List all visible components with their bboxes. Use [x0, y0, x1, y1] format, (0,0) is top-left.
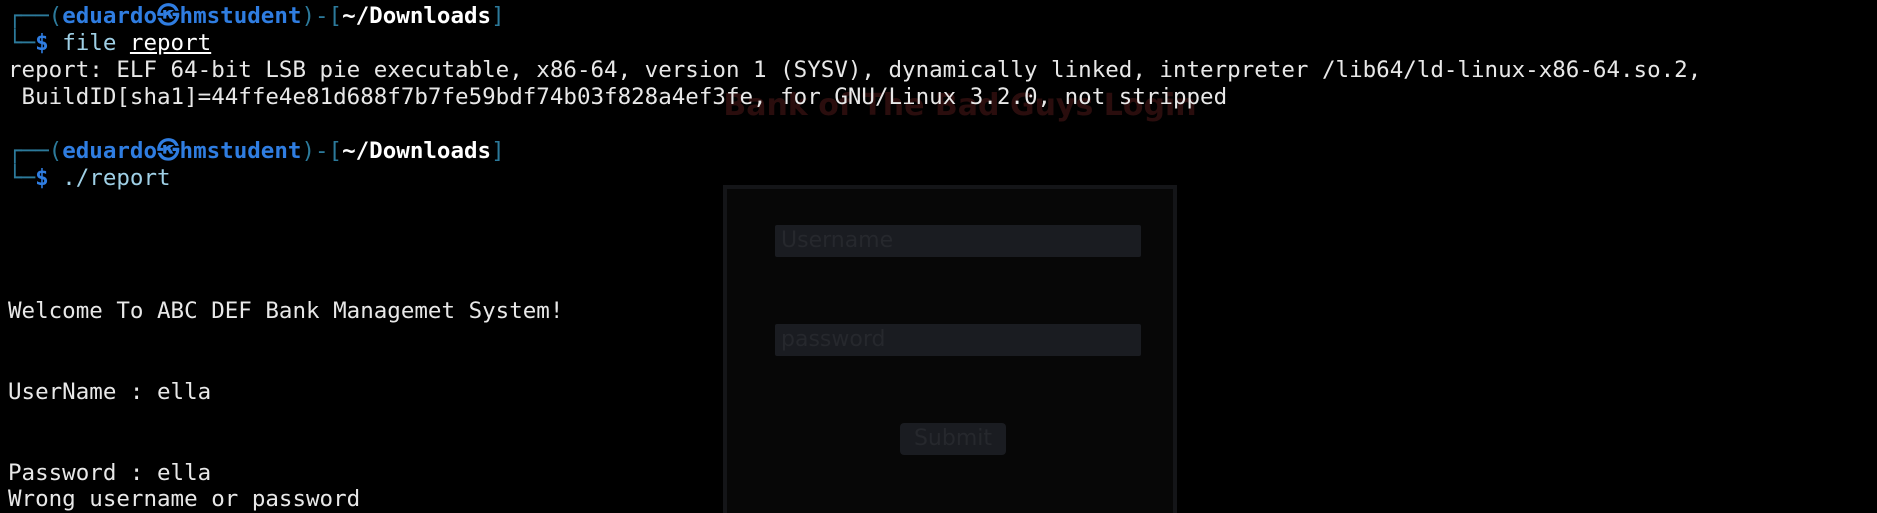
prompt-corner: ┌──(: [8, 138, 63, 164]
prompt-line: ┌──(eduardo㉿hmstudent)-[~/Downloads]: [8, 3, 505, 30]
file-output-line: BuildID[sha1]=44ffe4e81d688f7b7fe59bdf74…: [8, 84, 1228, 110]
prompt-cwd: ~/Downloads: [342, 138, 492, 164]
command-line: └─$ file report: [8, 30, 211, 57]
error-message: Wrong username or password: [8, 486, 361, 512]
terminal-output[interactable]: ┌──(eduardo㉿hmstudent)-[~/Downloads] └─$…: [0, 0, 1877, 513]
file-output-line: report: ELF 64-bit LSB pie executable, x…: [8, 57, 1702, 83]
prompt-tail: └─: [8, 165, 36, 191]
prompt-bracket-close: ]: [491, 3, 505, 29]
prompt-user: eduardo: [62, 138, 158, 164]
prompt-cwd: ~/Downloads: [342, 3, 492, 29]
desktop: Bank of The Bad Guys Login Username pass…: [0, 0, 1877, 513]
password-prompt: Password : ella: [8, 460, 212, 486]
prompt-tail: └─: [8, 30, 36, 56]
prompt-dollar: $: [35, 30, 63, 56]
prompt-corner: ┌──(: [8, 3, 63, 29]
command-argument: report: [129, 30, 212, 56]
prompt-host: hmstudent: [179, 3, 302, 29]
prompt-bracket: )-[: [301, 3, 343, 29]
prompt-dollar: $: [35, 165, 63, 191]
prompt-line: ┌──(eduardo㉿hmstudent)-[~/Downloads]: [8, 138, 505, 165]
prompt-user: eduardo: [62, 3, 158, 29]
command-program: ./report: [62, 165, 171, 191]
prompt-host: hmstudent: [179, 138, 302, 164]
command-line: └─$ ./report: [8, 165, 171, 192]
username-prompt: UserName : ella: [8, 379, 212, 405]
prompt-bracket-close: ]: [491, 138, 505, 164]
welcome-message: Welcome To ABC DEF Bank Managemet System…: [8, 298, 564, 324]
prompt-bracket: )-[: [301, 138, 343, 164]
prompt-separator-icon: ㉿: [157, 138, 180, 164]
command-program: file: [62, 30, 117, 56]
prompt-separator-icon: ㉿: [157, 3, 180, 29]
